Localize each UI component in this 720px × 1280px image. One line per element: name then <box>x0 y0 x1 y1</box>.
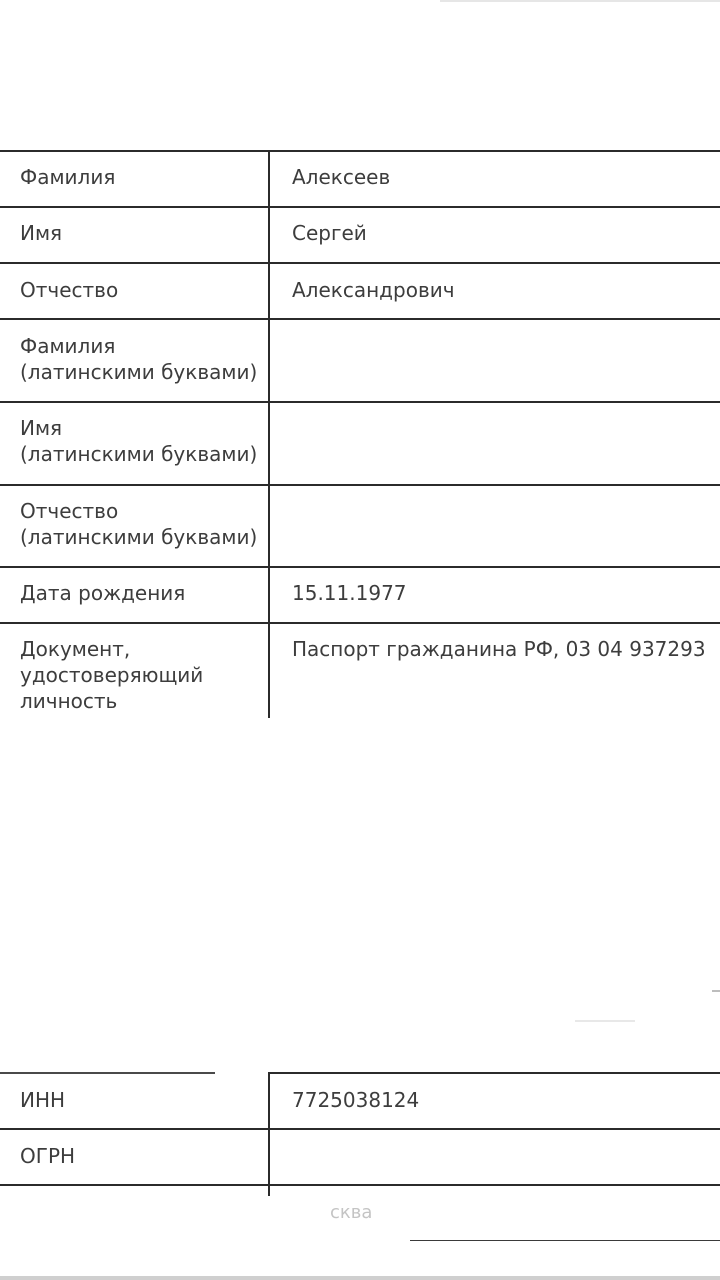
row-value-patronymic: Александрович <box>292 278 455 302</box>
table-border <box>0 484 720 486</box>
table-border <box>0 622 720 624</box>
column-divider <box>268 1072 270 1196</box>
table-border <box>0 566 720 568</box>
scan-edge-right <box>712 990 720 992</box>
table-border <box>0 318 720 320</box>
table-border <box>0 1072 215 1074</box>
row-label-inn: ИНН <box>20 1088 66 1112</box>
row-label-birth-date: Дата рождения <box>20 581 186 605</box>
row-label-name-latin: Имя (латинскими буквами) <box>20 416 258 466</box>
scan-edge-top <box>440 0 720 2</box>
table-border <box>0 262 720 264</box>
table-border <box>0 206 720 208</box>
row-label-surname-latin: Фамилия (латинскими буквами) <box>20 334 258 384</box>
row-value-birth-date: 15.11.1977 <box>292 581 407 605</box>
row-label-surname: Фамилия <box>20 165 116 189</box>
row-label-patronymic-latin: Отчество (латинскими буквами) <box>20 499 258 549</box>
scan-edge-bottom <box>0 1276 720 1280</box>
table-border <box>0 401 720 403</box>
row-value-name: Сергей <box>292 221 367 245</box>
row-value-inn: 7725038124 <box>292 1088 420 1112</box>
row-value-surname: Алексеев <box>292 165 391 189</box>
row-label-ogrn: ОГРН <box>20 1144 76 1168</box>
table-border <box>0 1184 720 1186</box>
column-divider <box>268 150 270 718</box>
row-label-identity-document: Документ, удостоверяющий личность <box>20 637 204 713</box>
row-label-patronymic: Отчество <box>20 278 119 302</box>
row-value-identity-document: Паспорт гражданина РФ, 03 04 937293 <box>292 637 706 661</box>
row-label-name: Имя <box>20 221 63 245</box>
scan-artifact <box>575 1020 635 1022</box>
table-border <box>0 1128 720 1130</box>
city-text-partial: сква <box>330 1202 373 1223</box>
table-border <box>268 1072 720 1074</box>
signature-line <box>410 1240 720 1241</box>
table-border <box>0 150 720 152</box>
